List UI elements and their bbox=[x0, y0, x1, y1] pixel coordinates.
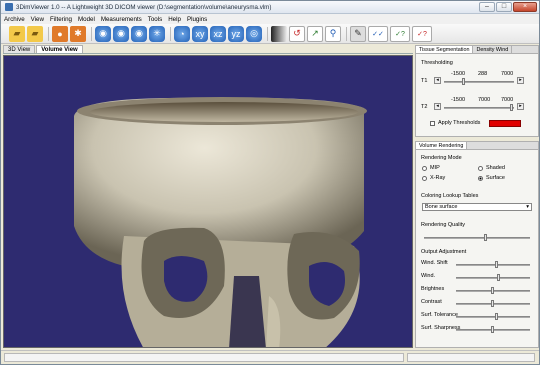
t1-max: 7000 bbox=[501, 71, 514, 77]
status-bar bbox=[1, 350, 539, 364]
volume-viewport[interactable] bbox=[3, 55, 413, 348]
window-title: 3DimViewer 1.0 -- A Lightweight 3D DICOM… bbox=[16, 3, 272, 11]
view-xz-icon[interactable]: xz bbox=[210, 25, 226, 42]
quality-heading: Rendering Quality bbox=[421, 222, 466, 228]
brush-icon[interactable]: ✎ bbox=[350, 25, 366, 42]
output-slider-label: Contrast bbox=[421, 299, 442, 305]
mip-radio[interactable] bbox=[422, 166, 427, 171]
t2-min: -1500 bbox=[451, 97, 466, 103]
output-slider-label: Brightnes bbox=[421, 286, 445, 292]
open-dicom-icon[interactable]: ▰ bbox=[27, 25, 43, 42]
thresholding-heading: Thresholding bbox=[421, 60, 453, 66]
menu-filtering[interactable]: Filtering bbox=[50, 16, 72, 23]
menu-view[interactable]: View bbox=[31, 16, 44, 23]
undo-icon[interactable]: ↺ bbox=[289, 25, 305, 42]
t1-right-arrow[interactable]: ▸ bbox=[517, 77, 524, 84]
t1-min: -1500 bbox=[451, 71, 466, 77]
chevron-down-icon: ▾ bbox=[526, 204, 529, 210]
view-area: 3D View Volume View bbox=[3, 45, 413, 348]
lut-heading: Coloring Lookup Tables bbox=[421, 193, 479, 199]
t1-left-arrow[interactable]: ◂ bbox=[434, 77, 441, 84]
menu-tools[interactable]: Tools bbox=[148, 16, 162, 23]
output-slider[interactable] bbox=[456, 287, 530, 294]
t2-label: T2 bbox=[421, 104, 428, 110]
settings-icon[interactable]: ✱ bbox=[70, 25, 86, 42]
output-slider-label: Surf. Tolerance bbox=[421, 312, 458, 318]
t1-label: T1 bbox=[421, 78, 428, 84]
output-heading: Output Adjustment bbox=[421, 249, 467, 255]
t1-slider[interactable] bbox=[444, 78, 514, 85]
tab-3d-view[interactable]: 3D View bbox=[3, 45, 36, 53]
check-blue-icon[interactable]: ✓✓ bbox=[368, 25, 388, 42]
volume-rendering-panel: Volume Rendering Rendering Mode MIP Shad… bbox=[415, 141, 539, 348]
search-icon[interactable]: ⚲ bbox=[325, 25, 341, 42]
t2-max: 7000 bbox=[501, 97, 514, 103]
t2-value: 7000 bbox=[478, 97, 491, 103]
menu-help[interactable]: Help bbox=[168, 16, 181, 23]
minimize-button[interactable]: – bbox=[479, 2, 495, 12]
tab-tissue-segmentation[interactable]: Tissue Segmentation bbox=[416, 46, 474, 53]
view-axial-icon[interactable]: ◉ bbox=[113, 25, 129, 42]
quality-slider[interactable] bbox=[424, 234, 530, 241]
view-3d-icon[interactable]: ◉ bbox=[95, 25, 111, 42]
output-slider-label: Wind. bbox=[421, 273, 436, 279]
surface-radio[interactable] bbox=[478, 176, 483, 181]
surface-label: Surface bbox=[486, 175, 505, 181]
xray-label: X-Ray bbox=[430, 175, 446, 181]
lut-value: Bone surface bbox=[425, 204, 458, 210]
output-slider[interactable] bbox=[456, 274, 530, 281]
check-green-icon[interactable]: ✓? bbox=[390, 25, 410, 42]
rendering-mode-heading: Rendering Mode bbox=[421, 155, 462, 161]
tab-volume-view[interactable]: Volume View bbox=[36, 45, 83, 53]
output-slider[interactable] bbox=[456, 326, 530, 333]
shaded-label: Shaded bbox=[486, 165, 505, 171]
maximize-button[interactable]: □ bbox=[496, 2, 512, 12]
app-window: 3DimViewer 1.0 -- A Lightweight 3D DICOM… bbox=[0, 0, 540, 365]
status-cell-main bbox=[4, 353, 404, 362]
tissue-panel: Tissue Segmentation Density Wind Thresho… bbox=[415, 45, 539, 137]
menu-bar: Archive View Filtering Model Measurement… bbox=[1, 14, 539, 24]
output-slider[interactable] bbox=[456, 261, 530, 268]
title-bar: 3DimViewer 1.0 -- A Lightweight 3D DICOM… bbox=[1, 1, 539, 14]
xray-radio[interactable] bbox=[422, 176, 427, 181]
menu-model[interactable]: Model bbox=[78, 16, 95, 23]
apply-thresholds-checkbox[interactable] bbox=[430, 121, 435, 126]
t2-left-arrow[interactable]: ◂ bbox=[434, 103, 441, 110]
menu-archive[interactable]: Archive bbox=[4, 16, 25, 23]
menu-plugins[interactable]: Plugins bbox=[187, 16, 207, 23]
t1-value: 288 bbox=[478, 71, 488, 77]
tab-volume-rendering[interactable]: Volume Rendering bbox=[416, 142, 468, 149]
measure-icon[interactable]: ↗ bbox=[307, 25, 323, 42]
view-yz-icon[interactable]: yz bbox=[228, 25, 244, 42]
skull-render bbox=[4, 56, 412, 347]
output-slider-label: Wind. Shift bbox=[421, 260, 448, 266]
gradient-icon[interactable] bbox=[271, 25, 287, 42]
menu-measurements[interactable]: Measurements bbox=[101, 16, 142, 23]
apply-thresholds-label: Apply Thresholds bbox=[438, 120, 481, 126]
threshold-color-swatch[interactable] bbox=[489, 120, 521, 127]
output-slider[interactable] bbox=[456, 313, 530, 320]
status-cell-right bbox=[407, 353, 535, 362]
view-xy-icon[interactable]: xy bbox=[192, 25, 208, 42]
output-slider-label: Surf. Sharpness bbox=[421, 325, 461, 331]
lut-select[interactable]: Bone surface ▾ bbox=[422, 203, 532, 211]
user-icon[interactable]: ● bbox=[52, 25, 68, 42]
view-volume-icon[interactable]: ◎ bbox=[246, 25, 262, 42]
shaded-radio[interactable] bbox=[478, 166, 483, 171]
close-button[interactable]: × bbox=[513, 2, 537, 12]
mip-label: MIP bbox=[430, 165, 440, 171]
t2-right-arrow[interactable]: ▸ bbox=[517, 103, 524, 110]
t2-slider[interactable] bbox=[444, 104, 514, 111]
view-coronal-icon[interactable]: ◉ bbox=[131, 25, 147, 42]
view-sagittal-icon[interactable]: ✳ bbox=[149, 25, 165, 42]
right-panel: Tissue Segmentation Density Wind Thresho… bbox=[415, 45, 539, 348]
open-folder-icon[interactable]: ▰ bbox=[9, 25, 25, 42]
tab-density-window[interactable]: Density Wind bbox=[473, 46, 513, 53]
view-grid-icon[interactable]: ◔ bbox=[174, 25, 190, 42]
check-red-icon[interactable]: ✓? bbox=[412, 25, 432, 42]
toolbar: ▰ ▰ ● ✱ ◉ ◉ ◉ ✳ ◔ xy xz yz ◎ ↺ ↗ ⚲ ✎ ✓✓ … bbox=[1, 24, 539, 44]
output-slider[interactable] bbox=[456, 300, 530, 307]
app-icon bbox=[5, 3, 13, 11]
